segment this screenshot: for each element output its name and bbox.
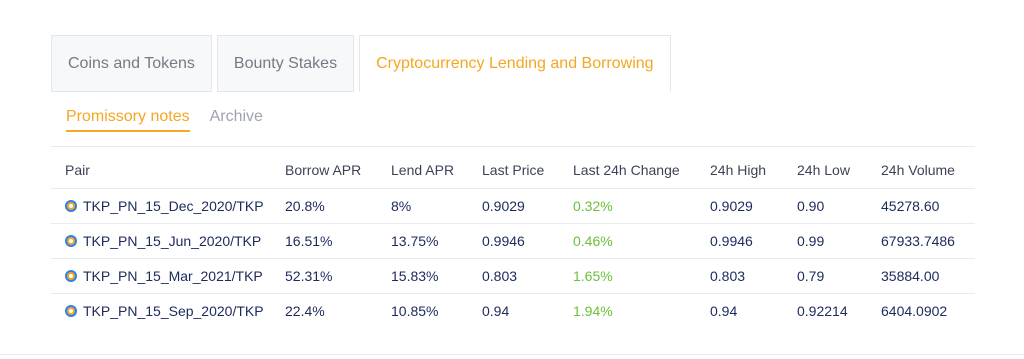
pair-link[interactable]: TKP_PN_15_Mar_2021/TKP bbox=[83, 268, 263, 284]
last-price-cell: 0.803 bbox=[482, 257, 573, 293]
header-last-price[interactable]: Last Price bbox=[482, 153, 573, 188]
table-row[interactable]: TKP_PN_15_Jun_2020/TKP 16.51% 13.75% 0.9… bbox=[51, 222, 975, 258]
tab-lending-and-borrowing[interactable]: Cryptocurrency Lending and Borrowing bbox=[359, 35, 671, 92]
change-cell: 0.32% bbox=[573, 187, 710, 223]
subtab-archive[interactable]: Archive bbox=[210, 108, 263, 132]
tab-bounty-stakes[interactable]: Bounty Stakes bbox=[216, 35, 355, 92]
header-pair[interactable]: Pair bbox=[51, 153, 285, 188]
change-cell: 1.94% bbox=[573, 292, 710, 328]
borrow-apr-cell: 16.51% bbox=[285, 222, 391, 258]
lend-apr-cell: 10.85% bbox=[391, 292, 482, 328]
volume-cell: 6404.0902 bbox=[881, 292, 975, 328]
high-cell: 0.9946 bbox=[710, 222, 797, 258]
lend-apr-cell: 15.83% bbox=[391, 257, 482, 293]
high-cell: 0.94 bbox=[710, 292, 797, 328]
low-cell: 0.79 bbox=[797, 257, 881, 293]
coin-icon bbox=[65, 234, 77, 247]
market-tabs: Coins and Tokens Bounty Stakes Cryptocur… bbox=[51, 35, 676, 92]
volume-cell: 67933.7486 bbox=[881, 222, 975, 258]
tab-coins-and-tokens[interactable]: Coins and Tokens bbox=[51, 35, 212, 92]
coin-icon bbox=[65, 199, 77, 212]
pair-link[interactable]: TKP_PN_15_Jun_2020/TKP bbox=[83, 233, 261, 249]
header-lend-apr[interactable]: Lend APR bbox=[391, 153, 482, 188]
header-24h-low[interactable]: 24h Low bbox=[797, 153, 881, 188]
borrow-apr-cell: 52.31% bbox=[285, 257, 391, 293]
high-cell: 0.803 bbox=[710, 257, 797, 293]
header-borrow-apr[interactable]: Borrow APR bbox=[285, 153, 391, 188]
volume-cell: 45278.60 bbox=[881, 187, 975, 223]
lend-apr-cell: 8% bbox=[391, 187, 482, 223]
header-24h-high[interactable]: 24h High bbox=[710, 153, 797, 188]
change-cell: 0.46% bbox=[573, 222, 710, 258]
borrow-apr-cell: 20.8% bbox=[285, 187, 391, 223]
low-cell: 0.90 bbox=[797, 187, 881, 223]
bottom-divider bbox=[0, 354, 1024, 355]
pair-link[interactable]: TKP_PN_15_Dec_2020/TKP bbox=[83, 198, 264, 214]
table-row[interactable]: TKP_PN_15_Sep_2020/TKP 22.4% 10.85% 0.94… bbox=[51, 292, 975, 328]
header-last-24h-change[interactable]: Last 24h Change bbox=[573, 153, 710, 188]
volume-cell: 35884.00 bbox=[881, 257, 975, 293]
last-price-cell: 0.9029 bbox=[482, 187, 573, 223]
table-row[interactable]: TKP_PN_15_Mar_2021/TKP 52.31% 15.83% 0.8… bbox=[51, 257, 975, 293]
subtab-promissory-notes[interactable]: Promissory notes bbox=[66, 108, 190, 132]
divider bbox=[51, 146, 975, 147]
coin-icon bbox=[65, 269, 77, 282]
table-row[interactable]: TKP_PN_15_Dec_2020/TKP 20.8% 8% 0.9029 0… bbox=[51, 187, 975, 223]
sub-tabs: Promissory notes Archive bbox=[66, 108, 283, 132]
change-cell: 1.65% bbox=[573, 257, 710, 293]
last-price-cell: 0.94 bbox=[482, 292, 573, 328]
header-24h-volume[interactable]: 24h Volume bbox=[881, 153, 975, 188]
coin-icon bbox=[65, 304, 77, 317]
low-cell: 0.92214 bbox=[797, 292, 881, 328]
table-header-row: Pair Borrow APR Lend APR Last Price Last… bbox=[51, 153, 975, 188]
borrow-apr-cell: 22.4% bbox=[285, 292, 391, 328]
low-cell: 0.99 bbox=[797, 222, 881, 258]
last-price-cell: 0.9946 bbox=[482, 222, 573, 258]
pair-link[interactable]: TKP_PN_15_Sep_2020/TKP bbox=[83, 303, 264, 319]
lend-apr-cell: 13.75% bbox=[391, 222, 482, 258]
high-cell: 0.9029 bbox=[710, 187, 797, 223]
pairs-table: Pair Borrow APR Lend APR Last Price Last… bbox=[51, 153, 975, 328]
